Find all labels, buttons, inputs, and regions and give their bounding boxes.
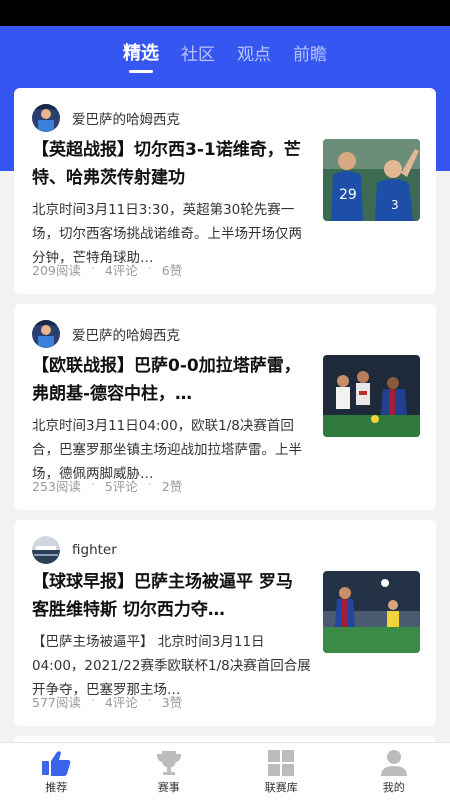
nav-label: 我的 <box>383 779 405 795</box>
thumbs-up-icon <box>40 749 72 777</box>
author-name: fighter <box>72 542 117 558</box>
post-author[interactable]: fighter <box>32 536 117 564</box>
post-card[interactable]: 爱巴萨的哈姆西克 【英超战报】切尔西3-1诺维奇，芒特、哈弗茨传射建功 北京时间… <box>14 88 436 294</box>
read-count: 209阅读 <box>32 260 81 279</box>
tab-preview[interactable]: 前瞻 <box>293 40 327 65</box>
grid-icon <box>265 749 297 777</box>
avatar[interactable] <box>32 536 60 564</box>
tab-community[interactable]: 社区 <box>181 40 215 65</box>
separator: · <box>148 260 152 279</box>
chelsea-celebration-photo[interactable]: 29 3 <box>323 139 420 221</box>
post-card[interactable]: fighter 【球球早报】巴萨主场被逼平 罗马客胜维特斯 切尔西力夺… 【巴萨… <box>14 520 436 726</box>
like-count: 6赞 <box>162 260 182 279</box>
post-title[interactable]: 【英超战报】切尔西3-1诺维奇，芒特、哈弗茨传射建功 <box>32 136 308 192</box>
post-title[interactable]: 【欧联战报】巴萨0-0加拉塔萨雷，弗朗基-德容中柱，… <box>32 352 308 408</box>
separator: · <box>91 692 95 711</box>
separator: · <box>91 260 95 279</box>
nav-recommend[interactable]: 推荐 <box>0 743 113 801</box>
post-title[interactable]: 【球球早报】巴萨主场被逼平 罗马客胜维特斯 切尔西力夺… <box>32 568 308 624</box>
avatar[interactable] <box>32 320 60 348</box>
like-count: 2赞 <box>162 476 182 495</box>
post-author[interactable]: 爱巴萨的哈姆西克 <box>32 320 180 348</box>
post-meta: 209阅读 · 4评论 · 6赞 <box>32 260 182 279</box>
top-tabs: 精选 社区 观点 前瞻 <box>0 26 450 78</box>
post-meta: 577阅读 · 4评论 · 3赞 <box>32 692 182 711</box>
separator: · <box>148 692 152 711</box>
barca-galatasaray-photo[interactable] <box>323 355 420 437</box>
comment-count: 4评论 <box>105 260 138 279</box>
read-count: 253阅读 <box>32 476 81 495</box>
user-icon <box>378 749 410 777</box>
post-author[interactable]: 爱巴萨的哈姆西克 <box>32 104 180 132</box>
nav-events[interactable]: 赛事 <box>113 743 226 801</box>
post-meta: 253阅读 · 5评论 · 2赞 <box>32 476 182 495</box>
nav-label: 赛事 <box>158 779 180 795</box>
svg-text:3: 3 <box>391 198 399 212</box>
nav-label: 联赛库 <box>265 779 298 795</box>
trophy-icon <box>153 749 185 777</box>
read-count: 577阅读 <box>32 692 81 711</box>
comment-count: 5评论 <box>105 476 138 495</box>
nav-label: 推荐 <box>45 779 67 795</box>
author-name: 爱巴萨的哈姆西克 <box>72 108 180 128</box>
barca-match-photo[interactable] <box>323 571 420 653</box>
separator: · <box>148 476 152 495</box>
svg-text:29: 29 <box>339 187 357 203</box>
post-card[interactable]: 爱巴萨的哈姆西克 【欧联战报】巴萨0-0加拉塔萨雷，弗朗基-德容中柱，… 北京时… <box>14 304 436 510</box>
like-count: 3赞 <box>162 692 182 711</box>
avatar[interactable] <box>32 104 60 132</box>
post-feed[interactable]: 爱巴萨的哈姆西克 【英超战报】切尔西3-1诺维奇，芒特、哈弗茨传射建功 北京时间… <box>0 78 450 742</box>
comment-count: 4评论 <box>105 692 138 711</box>
status-bar <box>0 0 450 26</box>
nav-league-library[interactable]: 联赛库 <box>225 743 338 801</box>
bottom-nav: 推荐 赛事 联赛库 我的 <box>0 742 450 801</box>
author-name: 爱巴萨的哈姆西克 <box>72 324 180 344</box>
tab-featured[interactable]: 精选 <box>123 39 159 65</box>
separator: · <box>91 476 95 495</box>
nav-profile[interactable]: 我的 <box>338 743 450 801</box>
tab-opinion[interactable]: 观点 <box>237 40 271 65</box>
